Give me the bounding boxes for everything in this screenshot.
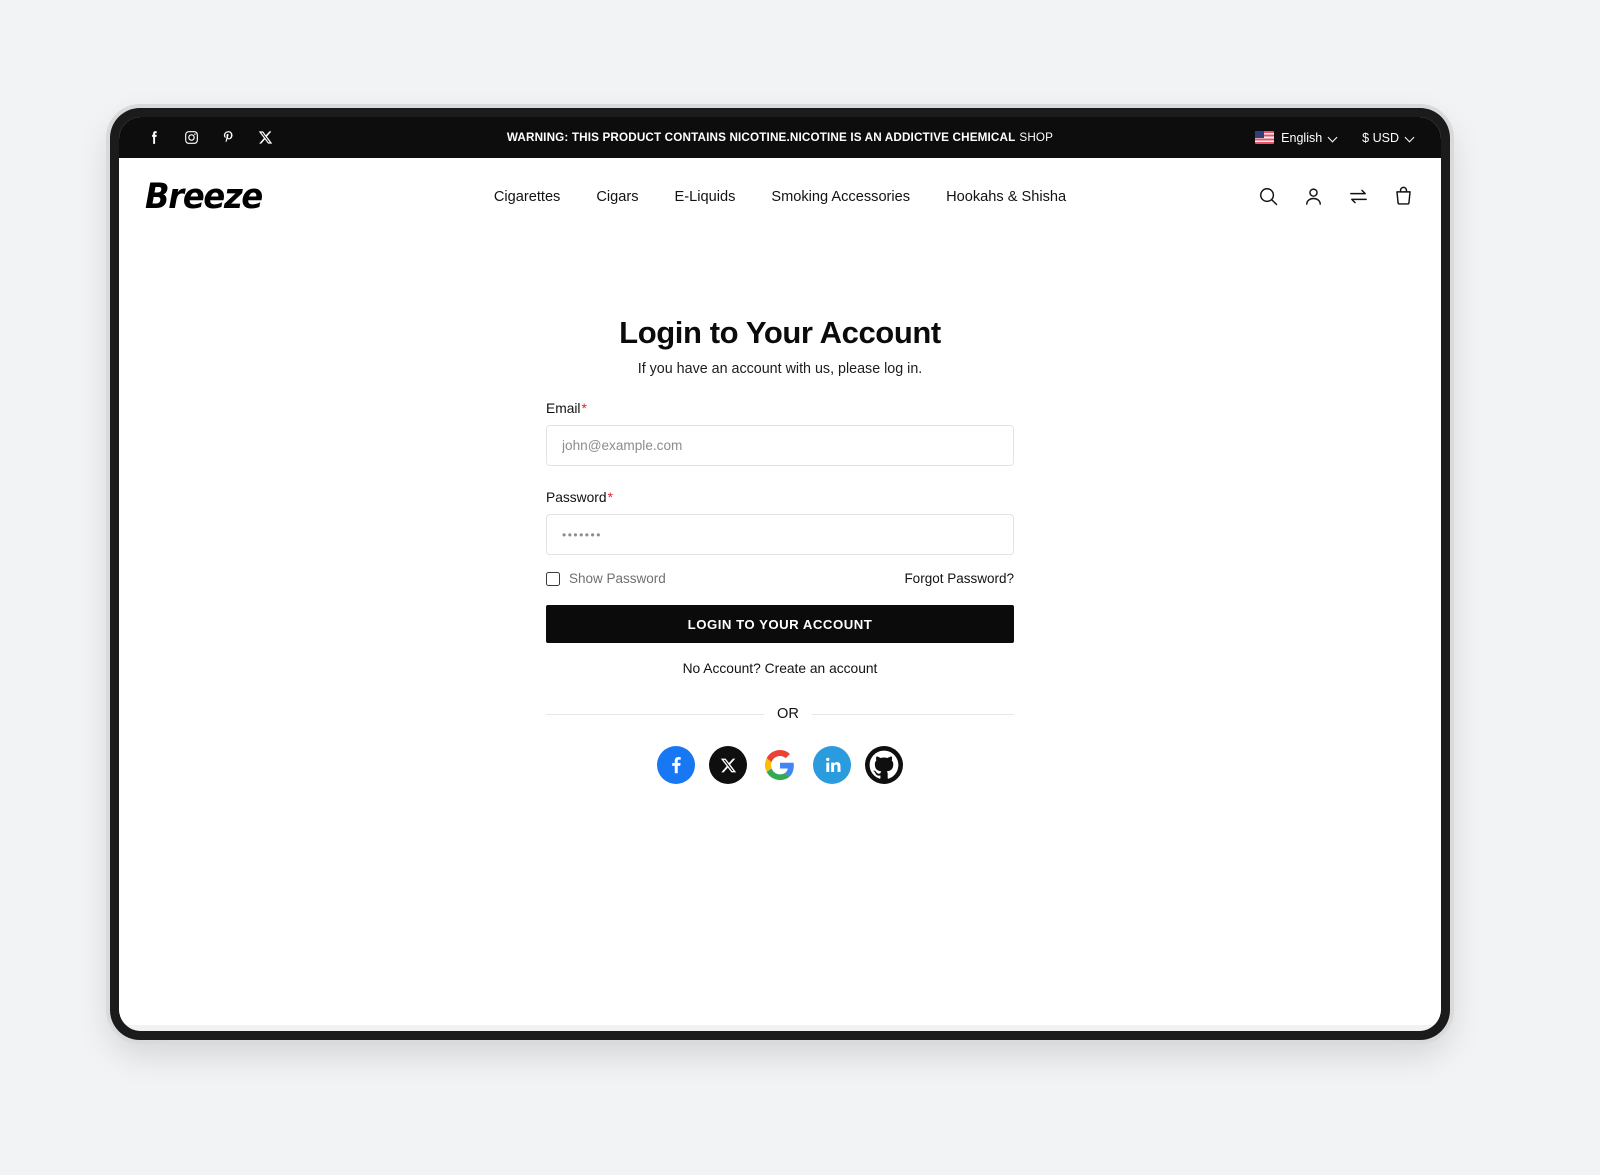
password-label: Password* xyxy=(546,490,1014,505)
google-login-button[interactable] xyxy=(761,746,799,784)
announcement-bar: WARNING: THIS PRODUCT CONTAINS NICOTINE.… xyxy=(119,117,1441,158)
page-title: Login to Your Account xyxy=(619,315,941,350)
facebook-icon[interactable] xyxy=(145,128,164,147)
required-asterisk: * xyxy=(607,490,613,505)
site-header: Breeze Cigarettes Cigars E-Liquids Smoki… xyxy=(119,158,1441,235)
show-password-checkbox[interactable] xyxy=(546,571,560,586)
currency-label: $ USD xyxy=(1362,130,1399,145)
compare-icon[interactable] xyxy=(1347,185,1370,208)
chevron-down-icon xyxy=(1329,133,1338,142)
github-login-button[interactable] xyxy=(865,746,903,784)
login-form-card: Login to Your Account If you have an acc… xyxy=(546,235,1014,784)
main-navigation: Cigarettes Cigars E-Liquids Smoking Acce… xyxy=(494,189,1066,205)
cart-icon[interactable] xyxy=(1392,185,1415,208)
x-twitter-icon[interactable] xyxy=(256,128,275,147)
nav-item-smoking-accessories[interactable]: Smoking Accessories xyxy=(771,189,910,205)
language-label: English xyxy=(1281,130,1323,145)
announcement-controls: English $ USD xyxy=(1255,131,1415,145)
email-label-text: Email xyxy=(546,401,581,416)
page-subtitle: If you have an account with us, please l… xyxy=(637,361,923,377)
chevron-down-icon xyxy=(1406,133,1415,142)
announcement-social-links xyxy=(145,128,275,147)
search-icon[interactable] xyxy=(1257,185,1280,208)
facebook-login-button[interactable] xyxy=(657,746,695,784)
password-label-text: Password xyxy=(546,490,607,505)
nav-item-cigarettes[interactable]: Cigarettes xyxy=(494,189,561,205)
instagram-icon[interactable] xyxy=(182,128,201,147)
create-account-row: No Account? Create an account xyxy=(546,661,1014,676)
header-actions xyxy=(1257,185,1415,208)
language-selector[interactable]: English xyxy=(1255,131,1338,145)
currency-selector[interactable]: $ USD xyxy=(1362,131,1415,145)
device-frame: WARNING: THIS PRODUCT CONTAINS NICOTINE.… xyxy=(110,108,1450,1040)
required-asterisk: * xyxy=(581,401,587,416)
divider-rule-left xyxy=(546,713,764,715)
x-login-button[interactable] xyxy=(709,746,747,784)
password-input[interactable] xyxy=(546,514,1014,555)
email-input[interactable] xyxy=(546,425,1014,466)
pinterest-icon[interactable] xyxy=(219,128,238,147)
google-icon xyxy=(765,750,795,780)
announcement-message: WARNING: THIS PRODUCT CONTAINS NICOTINE.… xyxy=(119,131,1441,144)
nicotine-warning-text: WARNING: THIS PRODUCT CONTAINS NICOTINE.… xyxy=(506,131,1016,144)
create-account-link[interactable]: No Account? Create an account xyxy=(683,661,878,676)
social-login-buttons xyxy=(546,746,1014,784)
facebook-icon xyxy=(665,754,687,776)
brand-logo[interactable]: Breeze xyxy=(145,177,263,217)
email-label: Email* xyxy=(546,401,1014,416)
or-label: OR xyxy=(777,706,799,722)
nav-item-hookahs-shisha[interactable]: Hookahs & Shisha xyxy=(946,189,1066,205)
linkedin-icon xyxy=(822,755,842,775)
x-twitter-icon xyxy=(720,757,737,774)
password-options-row: Show Password Forgot Password? xyxy=(546,571,1014,586)
nav-item-e-liquids[interactable]: E-Liquids xyxy=(675,189,736,205)
site-footer: CONNECT WITH US About Us Privacy Policy … xyxy=(119,1025,1441,1031)
divider-rule-right xyxy=(811,713,1014,715)
show-password-toggle[interactable]: Show Password xyxy=(546,571,666,586)
email-field-block: Email* xyxy=(546,401,1014,466)
forgot-password-link[interactable]: Forgot Password? xyxy=(904,571,1014,586)
or-divider: OR xyxy=(546,706,1014,722)
browser-viewport: WARNING: THIS PRODUCT CONTAINS NICOTINE.… xyxy=(119,117,1441,1031)
page-content: Login to Your Account If you have an acc… xyxy=(119,235,1441,1025)
announcement-shop-link[interactable]: SHOP xyxy=(1019,131,1053,144)
show-password-label: Show Password xyxy=(569,571,666,586)
account-icon[interactable] xyxy=(1302,185,1325,208)
linkedin-login-button[interactable] xyxy=(813,746,851,784)
password-field-block: Password* xyxy=(546,490,1014,555)
github-icon xyxy=(869,750,899,780)
us-flag-icon xyxy=(1255,131,1275,144)
login-submit-button[interactable]: LOGIN TO YOUR ACCOUNT xyxy=(546,605,1014,643)
nav-item-cigars[interactable]: Cigars xyxy=(596,189,638,205)
